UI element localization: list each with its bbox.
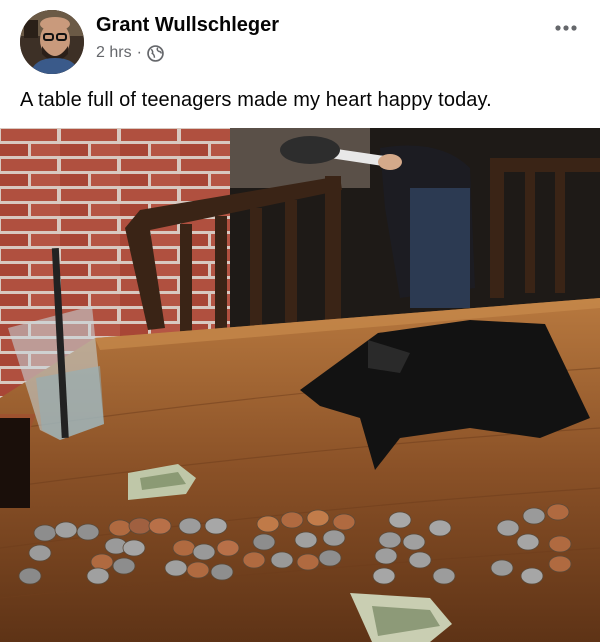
coin [318, 549, 342, 567]
coin [388, 511, 412, 529]
coin [408, 551, 432, 569]
coin [28, 544, 52, 562]
coin [548, 535, 572, 553]
coin [294, 531, 318, 549]
coin [192, 543, 216, 561]
post-photo[interactable] [0, 128, 600, 642]
coin [216, 539, 240, 557]
coin [378, 531, 402, 549]
coin [122, 539, 146, 557]
coin [270, 551, 294, 569]
author-name[interactable]: Grant Wullschleger [96, 14, 279, 37]
coin [128, 517, 152, 535]
post-caption: A table full of teenagers made my heart … [20, 89, 492, 111]
coin [164, 559, 188, 577]
coin [76, 523, 100, 541]
coin [172, 539, 196, 557]
coin [186, 561, 210, 579]
coin [178, 517, 202, 535]
coin [372, 567, 396, 585]
coin [432, 567, 456, 585]
coin [548, 555, 572, 573]
coin [90, 553, 114, 571]
coin [252, 533, 276, 551]
coin [54, 521, 78, 539]
globe-icon[interactable] [147, 44, 164, 62]
avatar[interactable] [20, 10, 84, 74]
coin [148, 517, 172, 535]
more-options-icon[interactable] [552, 18, 580, 38]
coin [108, 519, 132, 537]
coin [256, 515, 280, 533]
coin [522, 507, 546, 525]
coin [242, 551, 266, 569]
avatar-image [20, 10, 84, 74]
coin [516, 533, 540, 551]
post-meta: 2 hrs · [96, 44, 164, 62]
meta-separator: · [136, 44, 142, 61]
coin [210, 563, 234, 581]
coin [496, 519, 520, 537]
coin [428, 519, 452, 537]
coin [332, 513, 356, 531]
post-header: Grant Wullschleger 2 hrs · [0, 0, 600, 80]
coin [490, 559, 514, 577]
coin [402, 533, 426, 551]
coin [18, 567, 42, 585]
coin [374, 547, 398, 565]
coin [280, 511, 304, 529]
photo-image [0, 128, 600, 642]
coin [322, 529, 346, 547]
coin [520, 567, 544, 585]
coin [306, 509, 330, 527]
coin [296, 553, 320, 571]
coin [112, 557, 136, 575]
timestamp[interactable]: 2 hrs [96, 44, 132, 62]
coin [204, 517, 228, 535]
coin [33, 524, 57, 542]
coin [86, 567, 110, 585]
coin [546, 503, 570, 521]
